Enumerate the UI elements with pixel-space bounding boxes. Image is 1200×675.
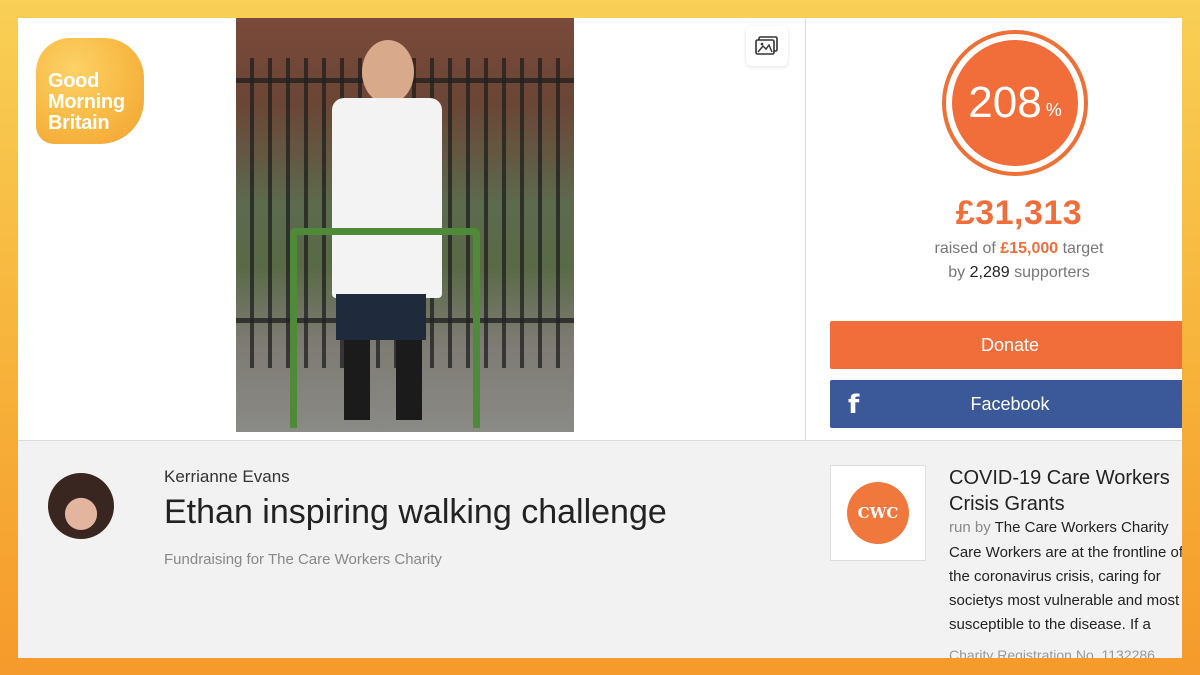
photo-walking-frame [290, 228, 480, 428]
supporters-line: by 2,289 supporters [806, 264, 1182, 282]
progress-circle-inner: 208 % [952, 40, 1078, 166]
progress-circle: 208 % [942, 30, 1088, 176]
charity-campaign-title[interactable]: COVID-19 Care Workers Crisis Grants [949, 465, 1182, 517]
progress-percent: 208 [968, 78, 1042, 127]
logo-line: Britain [48, 112, 110, 134]
page-frame: Good Morning Britain 208 % £31,313 raise… [18, 18, 1182, 658]
supporters-count: 2,289 [969, 264, 1010, 281]
organiser-avatar[interactable] [48, 473, 114, 539]
supporters-suffix: supporters [1009, 264, 1090, 281]
target-line: raised of £15,000 target [806, 240, 1182, 258]
fundraising-for: Fundraising for The Care Workers Charity [164, 551, 442, 568]
charity-logo-box[interactable]: CWC [830, 465, 926, 561]
run-by-prefix: run by [949, 519, 995, 536]
logo-line: Good [48, 70, 100, 92]
target-amount: £15,000 [1000, 240, 1059, 257]
logo-line: Morning [48, 91, 125, 113]
target-prefix: raised of [934, 240, 1001, 257]
charity-logo: CWC [847, 482, 909, 544]
photo-child-head [362, 40, 414, 104]
photo-gallery-button[interactable] [746, 26, 788, 66]
run-by-line: run by The Care Workers Charity [949, 519, 1169, 536]
fundraiser-photo[interactable] [236, 18, 574, 432]
gmb-logo: Good Morning Britain [36, 38, 144, 144]
progress-percent-unit: % [1045, 99, 1062, 120]
organiser-name[interactable]: Kerrianne Evans [164, 467, 290, 487]
top-section: Good Morning Britain 208 % £31,313 raise… [18, 18, 1182, 440]
facebook-share-button[interactable]: f Facebook [830, 380, 1182, 428]
charity-description: Care Workers are at the frontline of the… [949, 544, 1182, 633]
image-gallery-icon [755, 36, 778, 55]
donate-button[interactable]: Donate [830, 321, 1182, 369]
charity-logo-text: CWC [857, 504, 899, 522]
facebook-label: Facebook [970, 393, 1050, 414]
facebook-icon: f [848, 390, 860, 420]
target-suffix: target [1058, 240, 1104, 257]
page-title: Ethan inspiring walking challenge [164, 493, 667, 531]
charity-registration: Charity Registration No. 1132286 [949, 647, 1155, 658]
charity-name-link[interactable]: The Care Workers Charity [995, 519, 1169, 536]
fundraiser-info-section: Kerrianne Evans Ethan inspiring walking … [18, 440, 1182, 658]
supporters-prefix: by [948, 264, 970, 281]
raised-amount: £31,313 [955, 194, 1083, 232]
